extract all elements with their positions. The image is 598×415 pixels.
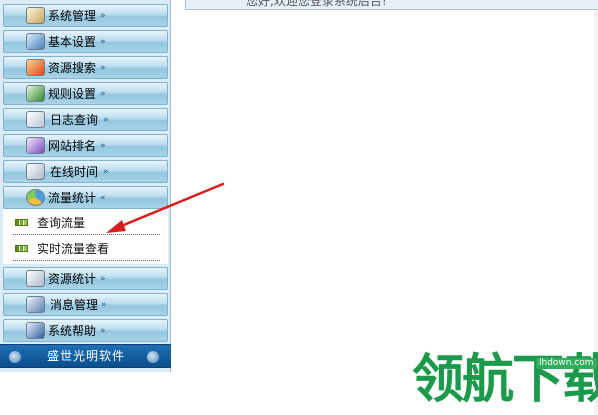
menu-label: 系统帮助 <box>48 324 97 338</box>
chevron-down-icon: » <box>103 115 109 125</box>
submenu-label: 实时流量查看 <box>37 242 110 256</box>
menu-item-log-query[interactable]: 日志查询 » <box>3 108 168 131</box>
chevron-down-icon: » <box>100 63 106 73</box>
right-circle-icon <box>147 351 159 363</box>
menu-item-resource-stats[interactable]: 资源统计 » <box>3 267 168 290</box>
menu-label: 日志查询 <box>50 113 99 127</box>
menu-label: 资源搜索 <box>48 61 97 75</box>
ranking-icon <box>26 137 45 154</box>
chevron-down-icon: » <box>100 11 106 21</box>
clock-icon <box>26 163 45 180</box>
chevron-down-icon: » <box>100 37 106 47</box>
watermark: 领航下载 lhdown.com <box>412 346 598 415</box>
submenu-label: 查询流量 <box>37 216 86 230</box>
menu-label: 资源统计 <box>48 272 97 286</box>
brand-label: 盛世光明软件 <box>46 349 125 363</box>
chevron-down-icon: » <box>101 300 107 310</box>
menu-label: 网站排名 <box>48 139 97 153</box>
submenu-bullet-icon <box>15 219 28 226</box>
chevron-down-icon: » <box>103 167 109 177</box>
menu-item-site-ranking[interactable]: 网站排名 » <box>3 134 168 157</box>
menu-item-rule-settings[interactable]: 规则设置 » <box>3 82 168 105</box>
menu-label: 流量统计 <box>48 191 97 205</box>
resource-search-icon <box>26 59 45 76</box>
pie-chart-icon <box>26 189 45 206</box>
welcome-text: 您好,欢迎您登录系统后台! <box>246 0 387 8</box>
menu-label: 消息管理 <box>50 298 99 312</box>
system-admin-icon <box>26 7 45 24</box>
menu-label: 在线时间 <box>50 165 99 179</box>
menu-label: 基本设置 <box>48 35 97 49</box>
settings-icon <box>26 33 45 50</box>
menu-label: 系统管理 <box>48 9 97 23</box>
submenu-bullet-icon <box>15 245 28 252</box>
log-icon <box>26 111 45 128</box>
user-help-icon <box>26 322 45 339</box>
chevron-down-icon: » <box>100 326 106 336</box>
menu-item-system-admin[interactable]: 系统管理 » <box>3 4 168 27</box>
submenu-item-realtime-traffic[interactable]: 实时流量查看 <box>13 237 160 261</box>
watermark-url: lhdown.com <box>536 358 597 369</box>
content-header-strip: 您好,欢迎您登录系统后台! <box>185 0 598 10</box>
chart-icon <box>26 85 45 102</box>
menu-item-basic-settings[interactable]: 基本设置 » <box>3 30 168 53</box>
chevron-down-icon: » <box>100 89 106 99</box>
annotation-arrow <box>106 182 225 233</box>
chevron-down-icon: » <box>100 274 106 284</box>
arrow-shaft <box>112 182 225 231</box>
arrow-head <box>106 220 126 233</box>
menu-item-resource-search[interactable]: 资源搜索 » <box>3 56 168 79</box>
menu-item-system-help[interactable]: 系统帮助 » <box>3 319 168 342</box>
brand-footer-bar: 盛世光明软件 <box>0 344 171 368</box>
menu-label: 规则设置 <box>48 87 97 101</box>
chevron-down-icon: » <box>100 141 106 151</box>
left-circle-icon <box>9 351 21 363</box>
resource-stats-icon <box>26 270 45 287</box>
message-icon <box>26 296 45 313</box>
menu-item-message-management[interactable]: 消息管理 » <box>3 293 168 316</box>
